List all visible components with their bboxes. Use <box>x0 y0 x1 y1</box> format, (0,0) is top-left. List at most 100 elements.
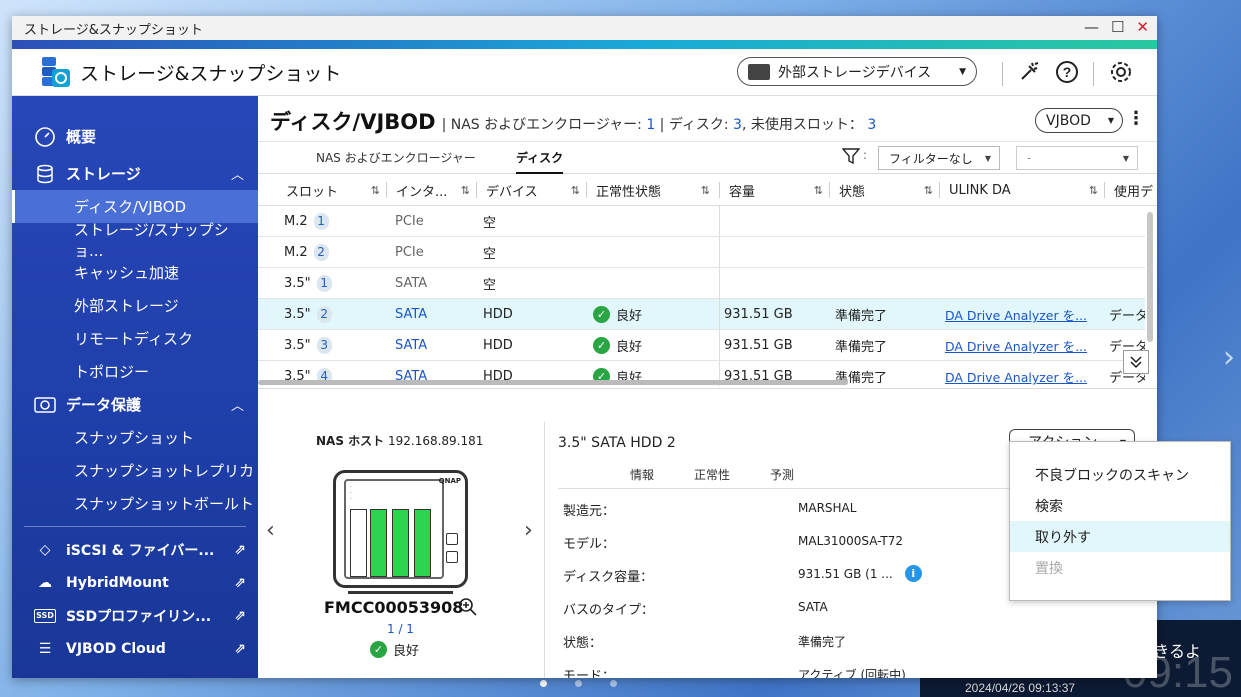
desktop-datetime: 2024/04/26 09:13:37 <box>965 681 1076 695</box>
filter-colon: : <box>863 148 868 162</box>
minimize-icon[interactable]: — <box>1084 18 1099 36</box>
external-storage-device-button[interactable]: 外部ストレージデバイス ▼ <box>737 57 977 86</box>
menu-item-remove[interactable]: 取り外す <box>1010 521 1230 552</box>
collapse-double-chevron-icon[interactable] <box>1123 350 1149 374</box>
sidebar-item-snapshot-replica[interactable]: スナップショットレプリカ <box>12 454 258 487</box>
more-options-icon[interactable]: ⋮ <box>1127 108 1145 129</box>
ulink-da-link[interactable]: DA Drive Analyzer を... <box>945 361 1087 388</box>
table-row[interactable]: 3.5" 2 SATA HDD ✓ 良好 931.51 GB 準備完了 DA Drive Ana… <box>258 299 1145 330</box>
tab-info[interactable]: 情報 <box>630 466 654 483</box>
sidebar-item-cache[interactable]: キャッシュ加速 <box>12 256 258 289</box>
nas-base <box>348 588 453 594</box>
nas-host-info: NAS ホスト 192.168.89.181 <box>316 432 483 449</box>
caret-down-icon: ▼ <box>959 66 966 77</box>
chevron-right-icon[interactable]: › <box>524 518 533 543</box>
tabs-bar: NAS およびエンクロージャー ディスク : フィルターなし ▼ - ▼ <box>258 142 1157 174</box>
sidebar-item-overview[interactable]: 概要 <box>12 120 258 153</box>
menu-item-bad-block-scan[interactable]: 不良ブロックのスキャン <box>1010 459 1230 490</box>
sidebar-item-remote-disk[interactable]: リモートディスク <box>12 322 258 355</box>
drive-bay-hdd[interactable] <box>392 509 409 577</box>
vertical-scrollbar[interactable] <box>1147 212 1153 342</box>
sort-icon: ⇅ <box>1088 183 1098 197</box>
ulink-da-link[interactable]: DA Drive Analyzer を... <box>945 299 1087 330</box>
column-label: デバイス <box>486 184 538 200</box>
tab-nas-enclosure[interactable]: NAS およびエンクロージャー <box>316 149 476 166</box>
table-row[interactable]: M.2 2 PCIe 空 <box>258 237 1145 268</box>
interface-cell: SATA <box>395 276 428 291</box>
desktop-next-arrow[interactable]: › <box>1223 340 1235 375</box>
sidebar-section-storage[interactable]: ストレージ ︿ <box>12 157 258 190</box>
vjbod-button[interactable]: VJBOD ▼ <box>1035 108 1123 133</box>
column-capacity[interactable]: 容量 ⇅ <box>719 174 829 206</box>
sidebar-item-topology[interactable]: トポロジー <box>12 355 258 388</box>
column-interface[interactable]: インタ... ⇅ <box>386 174 476 206</box>
page-title: ディスク/VJBOD <box>270 110 436 134</box>
sidebar-item-external-storage[interactable]: 外部ストレージ <box>12 289 258 322</box>
table-row[interactable]: M.2 1 PCIe 空 <box>258 206 1145 237</box>
power-button-icon <box>446 551 458 563</box>
column-usage[interactable]: 使用デ <box>1104 174 1157 206</box>
status-cell: 準備完了 <box>835 309 888 324</box>
tab-prediction[interactable]: 予測 <box>770 466 794 483</box>
column-ulink-da[interactable]: ULINK DA ⇅ <box>939 174 1104 206</box>
desktop-page-dots <box>540 680 617 687</box>
column-label: ULINK DA <box>949 182 1011 198</box>
page-dot[interactable] <box>575 680 582 687</box>
storage-app-icon <box>38 55 72 89</box>
slot-number-badge: 3 <box>316 337 332 354</box>
capacity-cell: 931.51 GB <box>724 338 793 353</box>
sidebar-app-ssd-profiling[interactable]: SSD SSDプロファイリン... ⇗ <box>12 599 258 632</box>
drive-bay-hdd[interactable] <box>414 509 431 577</box>
chevron-left-icon[interactable]: ‹ <box>266 518 275 543</box>
sidebar-app-hybridmount[interactable]: ☁ HybridMount ⇗ <box>12 566 258 599</box>
column-status[interactable]: 状態 ⇅ <box>829 174 939 206</box>
health-cell: ✓ 良好 <box>593 330 642 361</box>
menu-item-locate[interactable]: 検索 <box>1010 490 1230 521</box>
sidebar-section-data-protection[interactable]: データ保護 ︿ <box>12 388 258 421</box>
maximize-icon[interactable]: ☐ <box>1111 18 1124 36</box>
sort-icon: ⇅ <box>923 183 933 197</box>
close-icon[interactable]: ✕ <box>1136 18 1149 36</box>
sort-icon: ⇅ <box>813 183 823 197</box>
sidebar-item-storage-snapshot[interactable]: ストレージ/スナップショ... <box>12 221 258 260</box>
column-device[interactable]: デバイス ⇅ <box>476 174 586 206</box>
interface-cell[interactable]: SATA <box>395 330 427 361</box>
table-row[interactable]: 3.5" 3 SATA HDD ✓ 良好 931.51 GB 準備完了 DA Drive Ana… <box>258 330 1145 361</box>
tab-disk[interactable]: ディスク <box>516 149 564 174</box>
interface-cell[interactable]: SATA <box>395 299 427 330</box>
filter-icon[interactable] <box>841 147 861 170</box>
drive-bay-hdd[interactable] <box>370 509 387 577</box>
slot-number-badge: 2 <box>313 244 329 261</box>
check-circle-icon: ✓ <box>593 337 610 354</box>
help-icon[interactable]: ? <box>1055 60 1079 88</box>
summary-label: | ディスク: <box>655 117 734 133</box>
sidebar-item-snapshot[interactable]: スナップショット <box>12 421 258 454</box>
page-dot[interactable] <box>610 680 617 687</box>
sidebar-app-iscsi[interactable]: ◇ iSCSI & ファイバー... ⇗ <box>12 533 258 566</box>
health-text: 良好 <box>616 340 643 355</box>
horizontal-scrollbar[interactable] <box>258 380 848 385</box>
settings-gear-icon[interactable] <box>1108 59 1134 89</box>
ulink-da-link[interactable]: DA Drive Analyzer を... <box>945 330 1087 361</box>
info-icon[interactable]: i <box>904 565 922 582</box>
zoom-in-icon[interactable] <box>458 597 478 622</box>
table-row[interactable]: 3.5" 1 SATA 空 <box>258 268 1145 299</box>
header-separator <box>1002 62 1003 86</box>
filter-select[interactable]: フィルターなし ▼ <box>878 146 1000 170</box>
tab-health[interactable]: 正常性 <box>694 466 730 483</box>
caret-down-icon: ▼ <box>984 153 991 163</box>
page-dot[interactable] <box>540 680 547 687</box>
external-device-label: 外部ストレージデバイス <box>778 64 932 81</box>
column-slot[interactable]: スロット ⇅ <box>276 174 386 206</box>
sidebar-item-snapshot-vault[interactable]: スナップショットボールト <box>12 487 258 520</box>
secondary-filter-select[interactable]: - ▼ <box>1016 146 1138 170</box>
app-header: ストレージ&スナップショット 外部ストレージデバイス ▼ ? <box>12 49 1157 96</box>
external-link-icon: ⇗ <box>234 541 246 558</box>
drive-bay-empty[interactable] <box>350 509 367 577</box>
tools-icon[interactable] <box>1017 60 1041 88</box>
sidebar-app-vjbod-cloud[interactable]: ☰ VJBOD Cloud ⇗ <box>12 632 258 665</box>
nas-device-image[interactable]: · · · QNAP <box>333 470 468 594</box>
sidebar-label: データ保護 <box>66 396 142 414</box>
column-health[interactable]: 正常性状態 ⇅ <box>586 174 716 206</box>
sidebar-label: iSCSI & ファイバー... <box>66 542 215 559</box>
